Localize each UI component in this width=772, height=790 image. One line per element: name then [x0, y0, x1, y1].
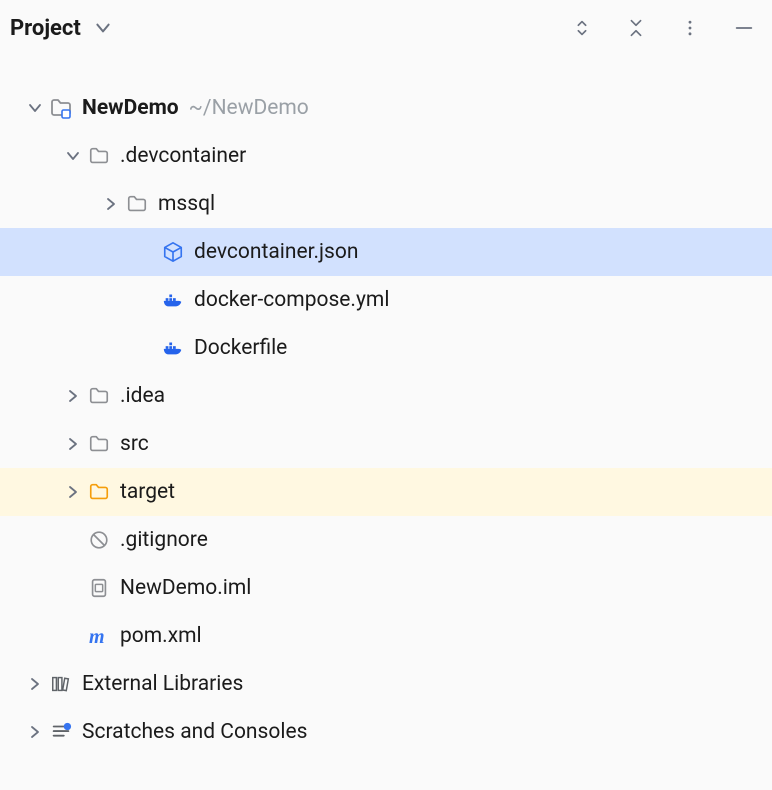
tree-node-path-hint: ~/NewDemo: [189, 96, 309, 120]
library-icon: [48, 671, 74, 697]
chevron-right-icon[interactable]: [60, 479, 86, 505]
tree-node-label: Dockerfile: [194, 336, 287, 360]
tree-node-label: NewDemo: [82, 96, 179, 120]
folder-icon: [86, 431, 112, 457]
project-tool-window: Project NewDemo ~/NewD: [0, 0, 772, 790]
tree-node-devcontainer-json[interactable]: devcontainer.json: [0, 228, 772, 276]
scratches-icon: [48, 719, 74, 745]
project-tree[interactable]: NewDemo ~/NewDemo .devcontainer mssql de…: [0, 56, 772, 790]
docker-icon: [160, 335, 186, 361]
tree-node-label: NewDemo.iml: [120, 576, 251, 600]
chevron-right-icon[interactable]: [60, 383, 86, 409]
file-icon: [86, 575, 112, 601]
tree-node-external-libraries[interactable]: External Libraries: [0, 660, 772, 708]
view-mode-dropdown[interactable]: [89, 14, 117, 42]
chevron-right-icon[interactable]: [22, 719, 48, 745]
tree-node-scratches[interactable]: Scratches and Consoles: [0, 708, 772, 756]
chevron-right-icon[interactable]: [22, 671, 48, 697]
chevron-right-icon[interactable]: [98, 191, 124, 217]
expand-sort-icon: [571, 17, 593, 39]
tree-node-dockerfile[interactable]: Dockerfile: [0, 324, 772, 372]
tree-node-label: External Libraries: [82, 672, 243, 696]
tree-node-label: src: [120, 432, 149, 456]
tree-node-idea[interactable]: .idea: [0, 372, 772, 420]
minimize-icon: [733, 17, 755, 39]
tree-node-label: .devcontainer: [120, 144, 246, 168]
hide-panel-button[interactable]: [730, 14, 758, 42]
tree-node-label: mssql: [158, 192, 215, 216]
maven-icon: [86, 623, 112, 649]
prohibit-icon: [86, 527, 112, 553]
chevron-right-icon[interactable]: [60, 431, 86, 457]
cube-icon: [160, 239, 186, 265]
tree-node-label: Scratches and Consoles: [82, 720, 307, 744]
folder-icon: [124, 191, 150, 217]
panel-title: Project: [10, 16, 81, 41]
folder-icon: [86, 383, 112, 409]
docker-icon: [160, 287, 186, 313]
tree-node-pom[interactable]: pom.xml: [0, 612, 772, 660]
chevron-down-icon: [94, 19, 112, 37]
tree-node-gitignore[interactable]: .gitignore: [0, 516, 772, 564]
select-opened-file-button[interactable]: [568, 14, 596, 42]
panel-options-button[interactable]: [676, 14, 704, 42]
tree-node-target[interactable]: target: [0, 468, 772, 516]
dots-vertical-icon: [680, 18, 700, 38]
chevron-down-icon[interactable]: [22, 95, 48, 121]
tree-node-label: target: [120, 480, 175, 504]
tree-node-mssql[interactable]: mssql: [0, 180, 772, 228]
panel-header: Project: [0, 0, 772, 56]
folder-icon: [86, 143, 112, 169]
collapse-all-icon: [625, 17, 647, 39]
tree-node-src[interactable]: src: [0, 420, 772, 468]
tree-node-label: .gitignore: [120, 528, 208, 552]
tree-node-root[interactable]: NewDemo ~/NewDemo: [0, 84, 772, 132]
tree-node-docker-compose[interactable]: docker-compose.yml: [0, 276, 772, 324]
panel-actions: [568, 14, 758, 42]
tree-node-label: .idea: [120, 384, 165, 408]
tree-node-label: docker-compose.yml: [194, 288, 389, 312]
collapse-all-button[interactable]: [622, 14, 650, 42]
tree-node-label: devcontainer.json: [194, 240, 358, 264]
project-folder-icon: [48, 95, 74, 121]
tree-node-iml[interactable]: NewDemo.iml: [0, 564, 772, 612]
tree-node-label: pom.xml: [120, 624, 202, 648]
chevron-down-icon[interactable]: [60, 143, 86, 169]
tree-node-devcontainer[interactable]: .devcontainer: [0, 132, 772, 180]
folder-icon: [86, 479, 112, 505]
